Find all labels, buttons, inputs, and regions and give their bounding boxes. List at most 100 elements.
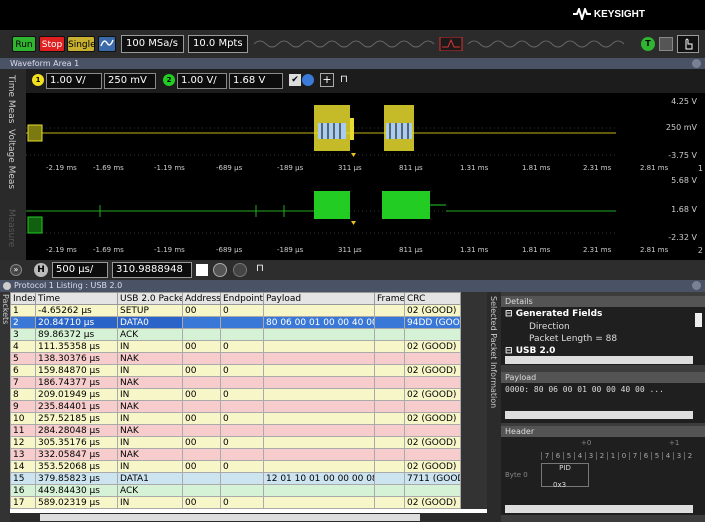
cell-time: 332.05847 µs [35,448,118,461]
cell-payload [263,328,375,341]
table-row[interactable]: 14 353.52068 µs IN 00 0 02 (GOOD) [10,460,487,473]
cell-address: 00 [182,304,221,317]
table-scroll-gutter [460,376,487,389]
tab-time-meas[interactable]: Time Meas [6,75,16,123]
table-row[interactable]: 4 111.35358 µs IN 00 0 02 (GOOD) [10,340,487,353]
timebase-field[interactable]: 500 µs/ [52,262,108,278]
packets-side-tab[interactable]: Packets [0,292,10,522]
table-row[interactable]: 2 20.84710 µs DATA0 80 06 00 01 00 00 40 00… [10,316,487,329]
zoom-icon[interactable] [213,263,227,277]
details-scroll-thumb[interactable] [695,313,702,327]
cell-index: 12 [10,436,36,449]
cell-time: 305.35176 µs [35,436,118,449]
table-scrollbar-head [460,292,487,305]
trigger-status-badge: T [641,37,655,51]
math-channel-icon[interactable] [302,74,314,86]
table-row[interactable]: 6 159.84870 µs IN 00 0 02 (GOOD) [10,364,487,377]
details-panel: Details ⊟ Generated Fields Direction Pac… [501,292,705,522]
cell-packet: IN [117,412,183,425]
table-row[interactable]: 9 235.84401 µs NAK [10,400,487,413]
tab-voltage-meas[interactable]: Voltage Meas [6,129,16,189]
table-scroll-gutter [460,364,487,377]
acquire-icon[interactable] [233,263,247,277]
table-row[interactable]: 12 305.35176 µs IN 00 0 02 (GOOD) [10,436,487,449]
cell-payload [263,304,375,317]
cell-frame [374,340,405,353]
tab-measure[interactable]: Measure [6,209,16,247]
table-row[interactable]: 7 186.74377 µs NAK [10,376,487,389]
cell-time: -4.65262 µs [35,304,118,317]
pin-icon[interactable]: ⊓ [256,263,266,275]
col-crc[interactable]: CRC [404,292,461,305]
table-row[interactable]: 11 284.28048 µs NAK [10,424,487,437]
tree-usb[interactable]: ⊟ USB 2.0 [505,346,555,356]
sample-rate-field[interactable]: 100 MSa/s [121,35,184,53]
packets-tab-label: Packets [1,294,10,325]
tree-direction[interactable]: Direction [529,322,570,332]
autoscale-button[interactable] [98,36,116,52]
table-row[interactable]: 3 89.86372 µs ACK [10,328,487,341]
tree-generated-fields[interactable]: ⊟ Generated Fields [505,309,602,319]
col-time[interactable]: Time [35,292,118,305]
ch1-offset-field[interactable]: 250 mV [104,73,156,89]
header-title: Header [505,427,535,436]
table-row[interactable]: 17 589.02319 µs IN 00 0 02 (GOOD) [10,496,487,509]
cell-time: 20.84710 µs [35,316,118,329]
lock-button[interactable] [659,37,673,51]
table-row[interactable]: 16 449.84430 µs ACK [10,484,487,497]
table-row[interactable]: 15 379.85823 µs DATA1 12 01 10 01 00 00 00 … [10,472,487,485]
cell-payload [263,376,375,389]
details-hscroll[interactable] [505,356,693,364]
time-tick: 311 µs [338,246,362,254]
stop-button[interactable]: Stop [39,36,65,52]
expand-icon[interactable]: » [10,264,22,276]
scrollbar-thumb[interactable] [40,514,420,521]
touch-cursor-button[interactable] [677,35,699,53]
cell-frame [374,448,405,461]
checkbox-icon[interactable]: ✔ [289,74,301,86]
ch2-offset-field[interactable]: 1.68 V [229,73,283,89]
table-row[interactable]: 8 209.01949 µs IN 00 0 02 (GOOD) [10,388,487,401]
col-frame[interactable]: Frame [374,292,405,305]
col-payload[interactable]: Payload [263,292,375,305]
table-row[interactable]: 5 138.30376 µs NAK [10,352,487,365]
time-tick: -189 µs [277,164,304,172]
cell-payload [263,424,375,437]
run-button[interactable]: Run [12,36,36,52]
waveform-plot[interactable]: -2.19 ms -1.69 ms -1.19 ms -689 µs -189 … [26,93,705,260]
ch1-badge[interactable]: 1 [32,74,44,86]
horizontal-badge[interactable]: H [34,263,48,277]
header-hscroll[interactable] [505,505,693,513]
pid-value: 0x3 [553,481,567,489]
table-horizontal-scrollbar[interactable] [10,513,487,522]
cell-crc: 02 (GOOD) [404,388,461,401]
table-row[interactable]: 13 332.05847 µs NAK [10,448,487,461]
col-index[interactable]: Index [10,292,36,305]
generated-fields-label: Generated Fields [515,309,603,319]
cell-crc [404,400,461,413]
ch2-scale-field[interactable]: 1.00 V/ [177,73,227,89]
cell-endpoint [220,424,264,437]
ch1-scale-field[interactable]: 1.00 V/ [46,73,102,89]
pin-icon[interactable]: ⊓ [340,74,350,86]
memory-depth-field[interactable]: 10.0 Mpts [188,35,248,53]
top-banner: KEYSIGHT [0,0,705,30]
collapse-icon[interactable] [692,281,701,290]
ch2-badge[interactable]: 2 [163,74,175,86]
table-row[interactable]: 10 257.52185 µs IN 00 0 02 (GOOD) [10,412,487,425]
zoom-checkbox[interactable] [196,264,208,276]
time-tick: -1.69 ms [93,246,124,254]
col-packet[interactable]: USB 2.0 Packet [117,292,183,305]
tree-packet-length[interactable]: Packet Length = 88 [529,334,617,344]
selected-packet-info-tab[interactable]: Selected Packet Information [487,292,501,522]
col-address[interactable]: Address [182,292,221,305]
cell-payload [263,448,375,461]
col-endpoint[interactable]: Endpoint [220,292,264,305]
collapse-icon[interactable] [692,59,701,68]
single-button[interactable]: Single [67,36,96,52]
delay-field[interactable]: 310.9888948 µs [112,262,192,289]
add-channel-button[interactable]: + [320,73,334,87]
payload-hscroll[interactable] [505,411,693,419]
table-row[interactable]: 1 -4.65262 µs SETUP 00 0 02 (GOOD) [10,304,487,317]
gear-icon[interactable] [3,282,11,290]
